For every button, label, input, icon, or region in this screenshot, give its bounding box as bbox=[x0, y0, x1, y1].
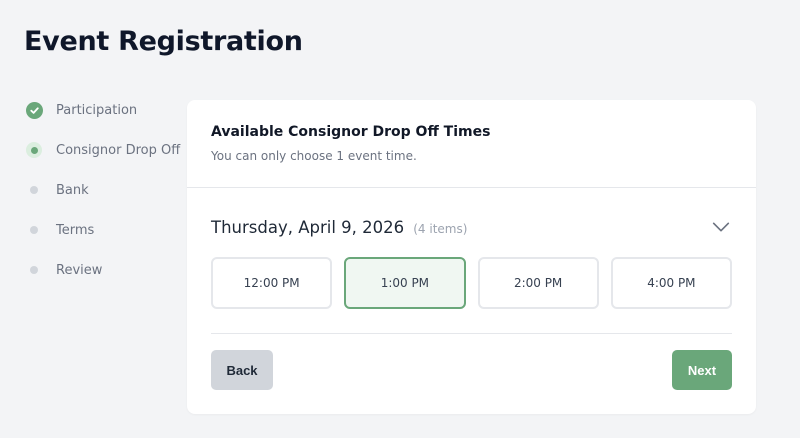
step-indicator bbox=[24, 220, 44, 240]
check-circle-icon bbox=[25, 101, 43, 119]
page-title: Event Registration bbox=[24, 26, 303, 57]
step-label: Participation bbox=[56, 102, 138, 118]
time-slot-list: 12:00 PM 1:00 PM 2:00 PM 4:00 PM bbox=[211, 257, 732, 309]
time-slot-2-00-pm[interactable]: 2:00 PM bbox=[477, 257, 599, 309]
step-consignor-drop-off[interactable]: Consignor Drop Off bbox=[24, 138, 184, 162]
chevron-down-icon[interactable] bbox=[710, 216, 732, 238]
step-label: Consignor Drop Off bbox=[56, 142, 181, 158]
date-heading: Thursday, April 9, 2026 (4 items) bbox=[211, 218, 467, 237]
drop-off-times-card: Available Consignor Drop Off Times You c… bbox=[187, 100, 756, 414]
step-label: Bank bbox=[56, 182, 89, 198]
divider bbox=[211, 333, 732, 334]
date-group-header[interactable]: Thursday, April 9, 2026 (4 items) bbox=[211, 216, 732, 238]
date-label: Thursday, April 9, 2026 bbox=[211, 217, 405, 237]
next-button[interactable]: Next bbox=[672, 350, 732, 390]
step-label: Review bbox=[56, 262, 103, 278]
step-participation[interactable]: Participation bbox=[24, 98, 184, 122]
pending-step-dot-icon bbox=[30, 186, 38, 194]
step-indicator bbox=[24, 260, 44, 280]
time-slot-4-00-pm[interactable]: 4:00 PM bbox=[610, 257, 732, 309]
step-bank[interactable]: Bank bbox=[24, 178, 184, 202]
step-indicator bbox=[24, 180, 44, 200]
stepper: Participation Consignor Drop Off Bank Te… bbox=[24, 98, 184, 298]
card-title: Available Consignor Drop Off Times bbox=[211, 124, 491, 140]
card-header: Available Consignor Drop Off Times You c… bbox=[187, 100, 756, 188]
time-slot-12-00-pm[interactable]: 12:00 PM bbox=[211, 257, 333, 309]
pending-step-dot-icon bbox=[30, 226, 38, 234]
card-subtitle: You can only choose 1 event time. bbox=[211, 149, 417, 163]
back-button[interactable]: Back bbox=[211, 350, 273, 390]
item-count: (4 items) bbox=[413, 221, 468, 236]
current-step-dot-icon bbox=[26, 142, 42, 158]
pending-step-dot-icon bbox=[30, 266, 38, 274]
step-indicator bbox=[24, 140, 44, 160]
time-slot-1-00-pm[interactable]: 1:00 PM bbox=[344, 257, 466, 309]
step-terms[interactable]: Terms bbox=[24, 218, 184, 242]
step-review[interactable]: Review bbox=[24, 258, 184, 282]
step-label: Terms bbox=[56, 222, 95, 238]
step-indicator bbox=[24, 100, 44, 120]
